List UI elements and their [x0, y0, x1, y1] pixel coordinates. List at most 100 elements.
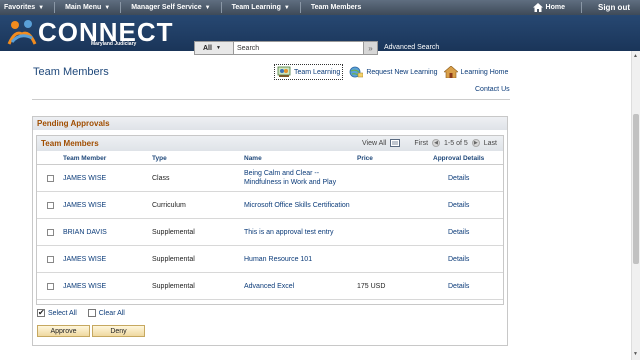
column-header-team-member[interactable]: Team Member: [63, 155, 106, 162]
table-row: JAMES WISE Curriculum Microsoft Office S…: [37, 192, 503, 219]
connect-logo: CONNECT: [6, 18, 174, 46]
chevron-down-icon: ▼: [215, 45, 221, 51]
row-checkbox[interactable]: [47, 283, 54, 290]
people-logo-icon: [7, 20, 37, 45]
column-header-price[interactable]: Price: [357, 155, 373, 162]
select-all-link[interactable]: Select All: [48, 310, 77, 317]
chevron-down-icon: ▼: [283, 4, 290, 11]
nav-separator: [120, 2, 122, 13]
approve-button[interactable]: Approve: [37, 325, 90, 337]
page-scrollbar[interactable]: ▲ ▼: [631, 51, 640, 360]
logo-subtitle: Maryland Judiciary: [91, 41, 137, 47]
grid-navigation: View All First ◀ 1-5 of 5 ▶ Last: [362, 139, 497, 147]
pending-approvals-title: Pending Approvals: [33, 117, 507, 130]
header-banner: CONNECT Maryland Judiciary All ▼ Search »…: [0, 15, 640, 55]
table-row: JAMES WISE Class Being Calm and Clear --…: [37, 165, 503, 192]
nav-separator: [54, 2, 56, 13]
details-link[interactable]: Details: [448, 202, 469, 209]
chevron-down-icon: ▼: [204, 4, 211, 11]
globe-request-icon: [349, 66, 364, 78]
breadcrumb-label: Team Members: [310, 4, 362, 11]
request-new-learning-label: Request New Learning: [366, 68, 438, 76]
details-link[interactable]: Details: [448, 256, 469, 263]
page-title: Team Members: [33, 66, 109, 78]
deny-button[interactable]: Deny: [92, 325, 145, 337]
home-label: Home: [545, 4, 565, 11]
chevron-down-icon: ▼: [104, 4, 111, 11]
breadcrumb-label: Team Learning: [231, 4, 281, 11]
request-new-learning-link[interactable]: Request New Learning: [349, 66, 438, 78]
column-header-type[interactable]: Type: [152, 155, 167, 162]
search-go-button[interactable]: »: [364, 41, 378, 55]
row-checkbox[interactable]: [47, 175, 54, 182]
breadcrumb-manager-self-service[interactable]: Manager Self Service ▼: [127, 0, 214, 15]
learning-type: Supplemental: [152, 229, 195, 236]
table-row: BRIAN DAVIS Supplemental This is an appr…: [37, 219, 503, 246]
main-menu[interactable]: Main Menu ▼: [61, 0, 114, 15]
main-menu-label: Main Menu: [65, 4, 102, 11]
search-input[interactable]: Search: [234, 41, 364, 55]
clear-all-checkbox[interactable]: [87, 309, 96, 317]
details-link[interactable]: Details: [448, 175, 469, 182]
home-link[interactable]: Home: [523, 3, 575, 12]
grid-header: Team Members View All First ◀ 1-5 of 5 ▶…: [37, 136, 503, 151]
learning-name-link[interactable]: Human Resource 101: [244, 256, 312, 263]
last-label[interactable]: Last: [484, 140, 497, 147]
column-header-approval-details[interactable]: Approval Details: [433, 155, 484, 162]
grid-title: Team Members: [41, 139, 99, 148]
learning-name-link[interactable]: This is an approval test entry: [244, 229, 334, 236]
breadcrumb-label: Manager Self Service: [131, 4, 202, 11]
house-icon: [443, 66, 458, 78]
download-icon[interactable]: [390, 139, 401, 147]
price-value: 175 USD: [357, 283, 386, 290]
team-learning-link[interactable]: Team Learning: [274, 64, 344, 80]
scroll-thumb[interactable]: [633, 114, 639, 264]
nav-separator: [299, 2, 301, 13]
previous-icon[interactable]: ◀: [432, 139, 441, 147]
learning-name-link-line2[interactable]: Mindfulness in Work and Play: [244, 179, 336, 186]
team-members-grid: Team Members View All First ◀ 1-5 of 5 ▶…: [36, 135, 504, 305]
divider: [32, 99, 510, 100]
advanced-search-link[interactable]: Advanced Search: [384, 44, 439, 51]
learning-type: Supplemental: [152, 283, 195, 290]
row-checkbox[interactable]: [47, 202, 54, 209]
details-link[interactable]: Details: [448, 283, 469, 290]
first-label[interactable]: First: [414, 140, 428, 147]
selection-controls: ✔ Select All Clear All: [37, 309, 125, 317]
learning-name-link[interactable]: Advanced Excel: [244, 283, 294, 290]
team-learning-label: Team Learning: [294, 68, 341, 76]
action-buttons: Approve Deny: [37, 325, 145, 337]
row-checkbox[interactable]: [47, 229, 54, 236]
favorites-menu[interactable]: Favorites ▼: [0, 0, 48, 15]
next-icon[interactable]: ▶: [471, 139, 480, 147]
clear-all-link[interactable]: Clear All: [99, 310, 125, 317]
details-link[interactable]: Details: [448, 229, 469, 236]
team-member-name: JAMES WISE: [63, 202, 107, 209]
column-header-name[interactable]: Name: [244, 155, 262, 162]
scroll-down-icon[interactable]: ▼: [633, 351, 638, 357]
search-scope-select[interactable]: All ▼: [194, 41, 234, 55]
pending-approvals-panel: Pending Approvals Team Members View All …: [32, 116, 508, 346]
home-icon: [532, 3, 543, 12]
view-all-link[interactable]: View All: [362, 140, 386, 147]
table-row: JAMES WISE Supplemental Human Resource 1…: [37, 246, 503, 273]
learning-home-link[interactable]: Learning Home: [443, 66, 508, 78]
scroll-up-icon[interactable]: ▲: [633, 53, 638, 59]
learning-type: Class: [152, 175, 170, 182]
contact-us-link[interactable]: Contact Us: [475, 86, 510, 93]
top-nav-bar: Favorites ▼ Main Menu ▼ Manager Self Servi…: [0, 0, 640, 15]
breadcrumb-team-learning[interactable]: Team Learning ▼: [228, 0, 294, 15]
page-links: Team Learning Request New Learning Learn…: [274, 64, 508, 80]
row-range: 1-5 of 5: [444, 139, 468, 147]
select-all-checkbox[interactable]: ✔: [37, 309, 45, 317]
sign-out-link[interactable]: Sign out: [588, 3, 640, 12]
team-learning-icon: [277, 66, 291, 77]
checkmark-icon: ✔: [38, 308, 45, 317]
double-chevron-right-icon: »: [368, 43, 373, 53]
team-member-name: BRIAN DAVIS: [63, 229, 107, 236]
learning-name-link[interactable]: Being Calm and Clear --: [244, 170, 319, 177]
column-headers: Team Member Type Name Price Approval Det…: [37, 151, 503, 165]
learning-name-link[interactable]: Microsoft Office Skills Certification: [244, 202, 350, 209]
row-checkbox[interactable]: [47, 256, 54, 263]
breadcrumb-team-members[interactable]: Team Members: [307, 0, 365, 15]
